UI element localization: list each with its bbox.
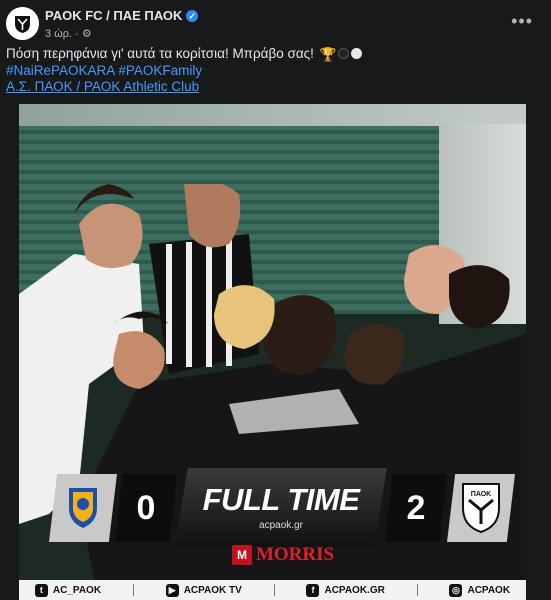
post-meta: 3 ώρ. · ⚙ [45,27,92,40]
stadium-roof [19,104,526,126]
verified-badge-icon: ✓ [186,10,199,22]
youtube-icon: ▶ [165,583,179,597]
home-crest-icon [69,488,97,528]
meta-separator: · [75,28,82,40]
away-score: 2 [385,474,447,542]
twitter-icon: t [34,583,48,597]
social-label: ACPAOK.GR [324,584,385,596]
trophy-icon: 🏆 [319,47,337,62]
score-banner: 0 FULL TIME acpaok.gr 2 ΠΑΟΚ [49,468,519,546]
post-time[interactable]: 3 ώρ. [45,28,72,40]
black-ball-icon [338,48,350,59]
post-header: PAOK FC / ΠΑΕ ΠΑΟΚ ✓ 3 ώρ. · ⚙ ••• [6,5,551,45]
social-label: AC_PAOK [52,584,102,596]
white-ball-icon [351,48,363,59]
post-photo[interactable]: 0 FULL TIME acpaok.gr 2 ΠΑΟΚ M MORRIS t A… [19,104,526,600]
social-label: ACPAOK [467,584,511,596]
page-name-row: PAOK FC / ΠΑΕ ΠΑΟΚ ✓ [45,8,199,23]
instagram-icon: ◎ [449,583,463,597]
home-team-crest [49,474,117,542]
hashtag-line: #NaiRePAOKARA #PAOKFamily [6,63,541,79]
hashtag-nairepaokara[interactable]: #NaiRePAOKARA [6,63,115,78]
social-facebook: f ACPAOK.GR [306,583,385,597]
divider [416,584,418,596]
social-youtube: ▶ ACPAOK TV [165,583,242,597]
sponsor-logo-icon: M [231,545,252,565]
site-url: acpaok.gr [259,520,303,531]
home-score: 0 [115,474,177,542]
more-options-icon[interactable]: ••• [511,11,533,32]
page-avatar[interactable] [6,7,39,40]
facebook-post: PAOK FC / ΠΑΕ ΠΑΟΚ ✓ 3 ώρ. · ⚙ ••• Πόση π… [0,0,551,600]
facebook-icon: f [306,583,320,597]
post-text: Πόση περηφάνια γι' αυτά τα κορίτσια! Μπρ… [6,46,541,95]
social-label: ACPAOK TV [183,584,242,596]
full-time-box: FULL TIME acpaok.gr [175,468,387,546]
divider [273,584,275,596]
paok-crest-icon: ΠΑΟΚ [462,483,500,534]
page-name[interactable]: PAOK FC / ΠΑΕ ΠΑΟΚ [45,8,182,23]
post-message: Πόση περηφάνια γι' αυτά τα κορίτσια! Μπρ… [6,46,314,61]
hashtag-paokfamily[interactable]: #PAOKFamily [118,63,202,78]
away-team-crest: ΠΑΟΚ [447,474,515,542]
sponsor-name: MORRIS [255,544,335,565]
sponsor: M MORRIS [203,544,363,572]
gear-icon: ⚙ [81,28,92,40]
post-text-line: Πόση περηφάνια γι' αυτά τα κορίτσια! Μπρ… [6,46,541,63]
social-twitter: t AC_PAOK [34,583,102,597]
club-link[interactable]: Α.Σ. ΠΑΟΚ / PAOK Athletic Club [6,79,199,94]
club-link-line: Α.Σ. ΠΑΟΚ / PAOK Athletic Club [6,79,541,95]
paok-logo-icon [6,7,39,40]
social-instagram: ◎ ACPAOK [449,583,511,597]
away-crest-text: ΠΑΟΚ [471,491,491,498]
social-links-bar: t AC_PAOK ▶ ACPAOK TV f ACPAOK.GR ◎ ACPA… [19,580,526,600]
divider [132,584,134,596]
match-status: FULL TIME [202,482,360,517]
